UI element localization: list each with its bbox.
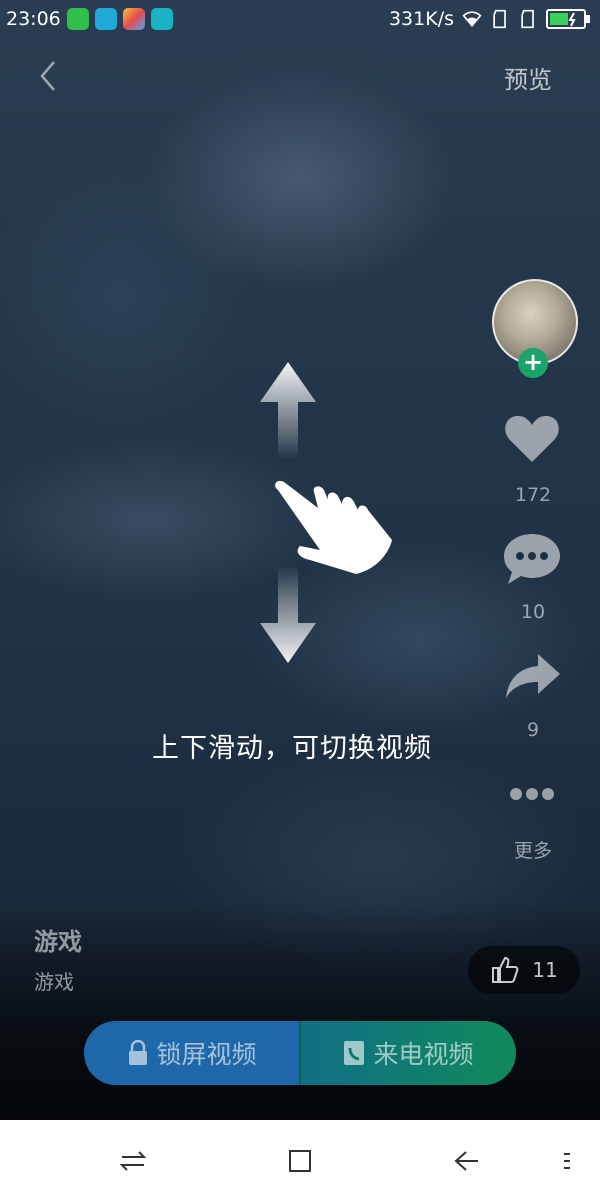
menu-icon[interactable] (552, 1146, 582, 1176)
thumbs-up-button[interactable]: 11 (468, 946, 580, 994)
switch-apps-icon[interactable] (118, 1146, 148, 1176)
status-bar: 23:06 331K/s (0, 0, 600, 40)
comment-icon[interactable] (502, 530, 562, 586)
ringtone-video-button[interactable]: 来电视频 (299, 1021, 516, 1085)
swipe-down-arrow-icon (260, 565, 316, 663)
home-square-icon[interactable] (285, 1146, 315, 1176)
preview-button[interactable]: 预览 (504, 60, 552, 95)
phone-card-icon (344, 1041, 365, 1065)
app-notification-icon (94, 8, 117, 30)
thumbs-up-icon (492, 956, 519, 983)
status-time: 23:06 (6, 8, 61, 30)
sim1-signal-icon (493, 9, 506, 29)
lock-screen-video-label: 锁屏视频 (156, 1040, 257, 1069)
back-nav-icon[interactable] (452, 1146, 482, 1176)
follow-button[interactable]: + (518, 348, 548, 378)
swipe-up-arrow-icon (260, 362, 316, 460)
share-count: 9 (526, 719, 540, 741)
battery-icon (546, 9, 590, 29)
more-label[interactable]: 更多 (492, 836, 574, 863)
status-left: 23:06 (6, 8, 173, 30)
like-count: 172 (514, 484, 552, 506)
more-dots-icon[interactable] (502, 768, 562, 824)
swipe-hand-icon (275, 480, 392, 574)
like-heart-icon[interactable] (502, 410, 562, 466)
video-subtitle: 游戏 (34, 970, 74, 994)
set-video-actions: 锁屏视频 来电视频 (84, 1021, 516, 1085)
video-title: 游戏 (34, 928, 82, 956)
ringtone-video-label: 来电视频 (373, 1040, 474, 1069)
back-button[interactable] (30, 56, 70, 96)
thumbs-up-count: 11 (532, 958, 558, 982)
network-speed: 331K/s (388, 8, 454, 30)
app-notification-icon (66, 8, 89, 30)
share-icon[interactable] (502, 648, 562, 704)
lock-screen-video-button[interactable]: 锁屏视频 (84, 1021, 299, 1085)
lock-icon (129, 1040, 148, 1065)
bottom-gradient (0, 900, 600, 1120)
usb-icon (150, 8, 173, 30)
sim2-signal-icon (521, 9, 534, 29)
comment-count: 10 (520, 601, 546, 623)
gallery-notification-icon (122, 8, 145, 30)
wifi-icon (462, 11, 482, 27)
status-right: 331K/s (389, 8, 592, 30)
